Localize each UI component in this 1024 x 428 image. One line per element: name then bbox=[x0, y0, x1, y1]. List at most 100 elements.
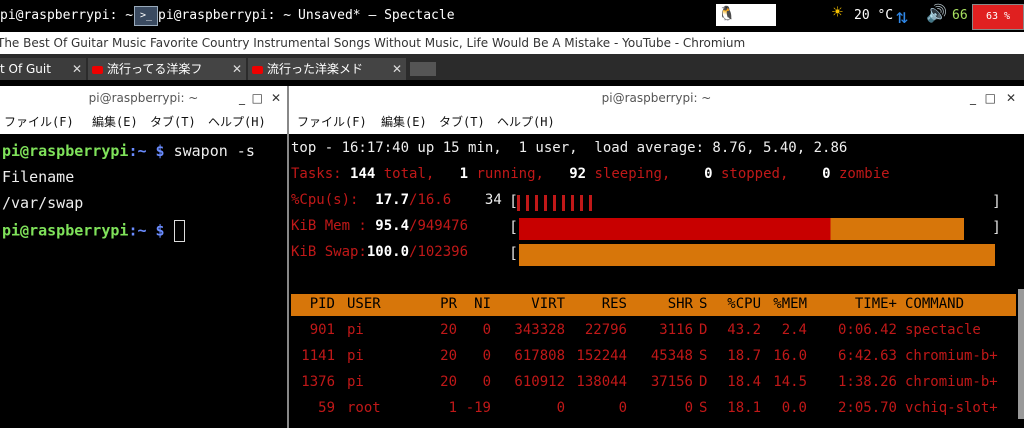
table-cell: PR bbox=[440, 296, 457, 312]
close-icon[interactable]: ✕ bbox=[271, 86, 281, 110]
table-cell: 20 bbox=[440, 348, 457, 364]
table-cell: 901 bbox=[309, 322, 335, 338]
table-cell: 617808 bbox=[514, 348, 565, 364]
table-cell: 1141 bbox=[301, 348, 335, 364]
window-titlebar[interactable]: pi@raspberrypi: ~ _ □ ✕ bbox=[0, 86, 287, 110]
table-row[interactable]: 59 root 1 -19 0 0 0 S 18.1 0.0 2:05.70 vchiq-slot+ bbox=[291, 400, 1016, 422]
taskbar: pi@raspberrypi: ~ >_ pi@raspberrypi: ~ U… bbox=[0, 0, 1024, 32]
taskbar-item-terminal-1[interactable]: pi@raspberrypi: ~ bbox=[0, 8, 133, 23]
table-cell: 14.5 bbox=[773, 374, 807, 390]
taskbar-item-spectacle[interactable]: Unsaved* — Spectacle bbox=[298, 8, 455, 23]
maximize-icon[interactable]: □ bbox=[985, 86, 996, 110]
table-cell: 343328 bbox=[514, 322, 565, 338]
table-cell: -19 bbox=[465, 400, 491, 416]
cpu-bar-fill bbox=[517, 195, 598, 211]
terminal-icon: >_ bbox=[134, 6, 158, 26]
table-cell: 45348 bbox=[650, 348, 693, 364]
table-cell: 152244 bbox=[576, 348, 627, 364]
prompt-path: :~ $ bbox=[128, 142, 165, 160]
tab-label: 流行ってる洋楽フ bbox=[107, 62, 203, 76]
table-cell: 1376 bbox=[301, 374, 335, 390]
menu-help[interactable]: ヘルプ(H) bbox=[208, 110, 266, 134]
browser-tab[interactable]: t Of Guit ✕ bbox=[0, 58, 86, 80]
prompt-user: pi@raspberrypi bbox=[2, 142, 129, 160]
table-cell: 20 bbox=[440, 374, 457, 390]
close-icon[interactable]: ✕ bbox=[232, 58, 242, 80]
keyboard-icon[interactable]: ⌨ bbox=[756, 4, 766, 23]
menu-tabs[interactable]: タブ(T) bbox=[150, 110, 196, 134]
system-icons: 🐧 ⌨ ⌨ bbox=[716, 4, 776, 26]
cpu-line: %Cpu(s): 17.7/16.6 34 bbox=[291, 192, 502, 208]
terminal-window-top[interactable]: pi@raspberrypi: ~ _ □ ✕ ファイル(F) 編集(E) タブ… bbox=[289, 86, 1024, 428]
mem-bar: [ ] bbox=[509, 218, 1001, 240]
mem-bar-fill bbox=[519, 218, 964, 240]
youtube-icon bbox=[252, 65, 263, 74]
chromium-tab-strip: t Of Guit ✕ 流行ってる洋楽フ ✕ 流行った洋楽メド ✕ bbox=[0, 54, 1024, 80]
table-row[interactable]: 901 pi 20 0 343328 22796 3116 D 43.2 2.4 0:06.42 sp… bbox=[291, 322, 1016, 344]
maximize-icon[interactable]: □ bbox=[252, 86, 263, 110]
command-line: pi@raspberrypi:~ $ swapon -s bbox=[2, 142, 255, 160]
table-cell: pi bbox=[347, 374, 364, 390]
command-text: swapon -s bbox=[164, 142, 255, 160]
table-cell: spectacle bbox=[905, 322, 981, 338]
minimize-icon[interactable]: _ bbox=[239, 86, 245, 110]
table-cell: chromium-b+ bbox=[905, 374, 998, 390]
penguin-icon[interactable]: 🐧 bbox=[718, 6, 735, 22]
table-cell: 37156 bbox=[650, 374, 693, 390]
table-cell: 0 bbox=[556, 400, 565, 416]
close-icon[interactable]: ✕ bbox=[1006, 86, 1016, 110]
keyboard-icon[interactable]: ⌨ bbox=[738, 4, 748, 23]
table-cell: USER bbox=[347, 296, 381, 312]
close-icon[interactable]: ✕ bbox=[392, 58, 402, 80]
cpu-monitor[interactable]: 63 % bbox=[972, 4, 1024, 30]
new-tab-button[interactable] bbox=[410, 62, 436, 76]
menu-file[interactable]: ファイル(F) bbox=[297, 110, 367, 134]
tab-label: 流行った洋楽メド bbox=[267, 62, 364, 76]
menu-edit[interactable]: 編集(E) bbox=[92, 110, 138, 134]
menu-help[interactable]: ヘルプ(H) bbox=[497, 110, 555, 134]
output-line: /var/swap bbox=[2, 194, 84, 212]
scrollbar[interactable] bbox=[1018, 289, 1024, 419]
uptime-line: top - 16:17:40 up 15 min, 1 user, load a… bbox=[291, 140, 848, 156]
menu-file[interactable]: ファイル(F) bbox=[4, 110, 74, 134]
table-row[interactable]: 1376 pi 20 0 610912 138044 37156 D 18.4 14.5 1:38.… bbox=[291, 374, 1016, 396]
table-cell: 18.4 bbox=[727, 374, 761, 390]
table-cell: chromium-b+ bbox=[905, 348, 998, 364]
terminal-output[interactable]: top - 16:17:40 up 15 min, 1 user, load a… bbox=[289, 134, 1024, 428]
table-cell: 43.2 bbox=[727, 322, 761, 338]
table-cell: 0 bbox=[618, 400, 627, 416]
table-cell: 1:38.26 bbox=[837, 374, 897, 390]
table-cell: S bbox=[699, 348, 708, 364]
command-line: pi@raspberrypi:~ $ bbox=[2, 220, 185, 242]
tasks-line: Tasks: 144 total, 1 running, 92 sleeping… bbox=[291, 166, 890, 182]
table-cell: S bbox=[699, 296, 708, 312]
table-cell: PID bbox=[309, 296, 335, 312]
menu-tabs[interactable]: タブ(T) bbox=[439, 110, 485, 134]
window-title: pi@raspberrypi: ~ bbox=[601, 91, 712, 105]
table-cell: SHR bbox=[667, 296, 693, 312]
text-cursor bbox=[173, 220, 185, 242]
browser-tab[interactable]: 流行った洋楽メド ✕ bbox=[248, 58, 406, 80]
terminal-output[interactable]: pi@raspberrypi:~ $ swapon -s Filename /v… bbox=[0, 134, 287, 428]
taskbar-item-terminal-2[interactable]: pi@raspberrypi: ~ bbox=[158, 8, 291, 23]
table-cell: 22796 bbox=[584, 322, 627, 338]
mem-line: KiB Mem : 95.4/949476 bbox=[291, 218, 469, 234]
terminal-window-left[interactable]: pi@raspberrypi: ~ _ □ ✕ ファイル(F) 編集(E) タブ… bbox=[0, 86, 289, 428]
table-cell: 2:05.70 bbox=[837, 400, 897, 416]
table-cell: 20 bbox=[440, 322, 457, 338]
menu-edit[interactable]: 編集(E) bbox=[381, 110, 427, 134]
table-cell: 2.4 bbox=[781, 322, 807, 338]
browser-tab[interactable]: 流行ってる洋楽フ ✕ bbox=[88, 58, 246, 80]
minimize-icon[interactable]: _ bbox=[970, 86, 976, 110]
table-row[interactable]: 1141 pi 20 0 617808 152244 45348 S 18.7 16.0 6:42.… bbox=[291, 348, 1016, 370]
table-cell: pi bbox=[347, 348, 364, 364]
window-titlebar[interactable]: pi@raspberrypi: ~ _ □ ✕ bbox=[289, 86, 1024, 110]
network-icon[interactable]: ⇅ bbox=[896, 4, 908, 28]
table-cell: NI bbox=[474, 296, 491, 312]
table-cell: 18.7 bbox=[727, 348, 761, 364]
close-icon[interactable]: ✕ bbox=[72, 58, 82, 80]
table-cell: 610912 bbox=[514, 374, 565, 390]
cpu-bar: [ ] bbox=[509, 192, 1001, 211]
volume-icon[interactable]: 🔊 bbox=[926, 4, 947, 24]
window-title: pi@raspberrypi: ~ bbox=[88, 91, 199, 105]
